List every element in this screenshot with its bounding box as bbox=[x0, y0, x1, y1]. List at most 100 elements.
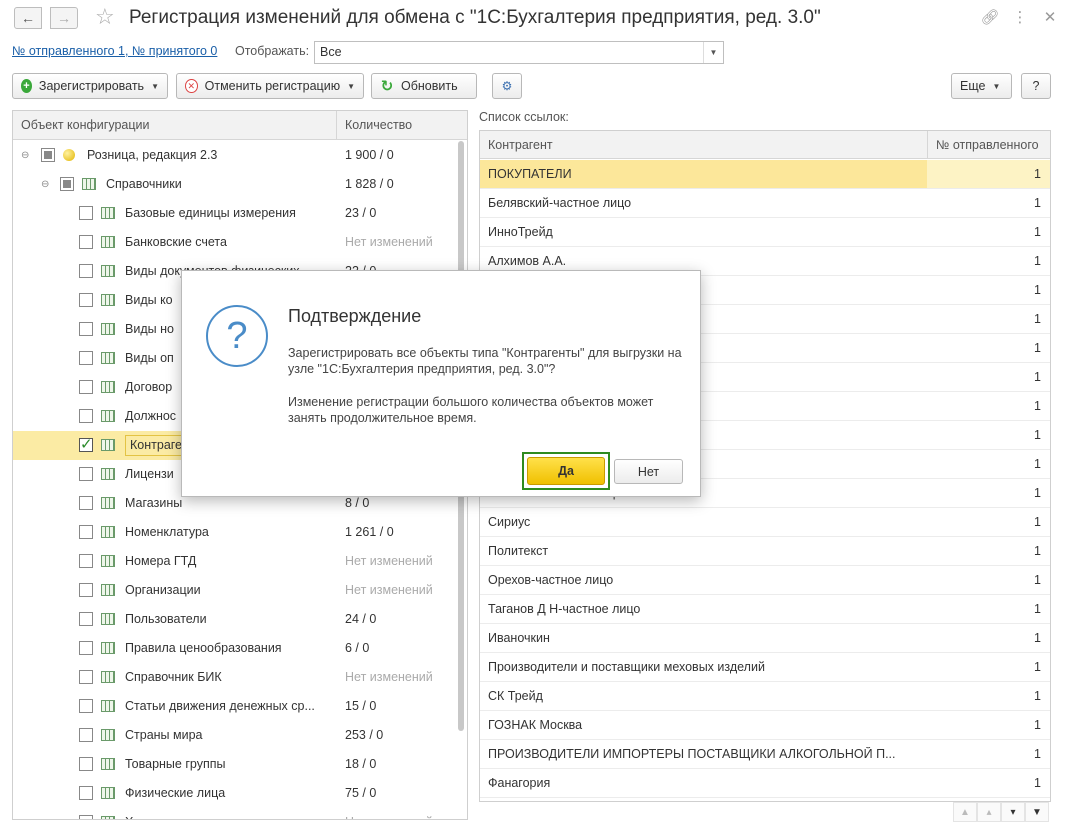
star-icon[interactable]: ☆ bbox=[95, 4, 115, 30]
tree-row-count: 1 828 / 0 bbox=[345, 177, 394, 191]
ref-row[interactable]: Таганов Д Н-частное лицо 1 bbox=[480, 595, 1050, 624]
tree-row[interactable]: Характеристики номенклатуры Нет изменений bbox=[13, 808, 456, 819]
tree-row[interactable]: Банковские счета Нет изменений bbox=[13, 228, 456, 257]
ref-row[interactable]: СК Трейд 1 bbox=[480, 682, 1050, 711]
row-checkbox[interactable] bbox=[79, 293, 93, 307]
close-icon[interactable]: ✕ bbox=[1035, 6, 1065, 28]
row-checkbox[interactable] bbox=[79, 235, 93, 249]
row-checkbox[interactable] bbox=[79, 583, 93, 597]
tree-row-label: Правила ценообразования bbox=[125, 641, 282, 655]
row-checkbox[interactable] bbox=[79, 409, 93, 423]
row-checkbox[interactable] bbox=[79, 786, 93, 800]
row-checkbox[interactable] bbox=[79, 351, 93, 365]
row-checkbox[interactable] bbox=[79, 612, 93, 626]
chevron-down-icon: ▼ bbox=[151, 81, 159, 91]
ref-row[interactable]: ПРОИЗВОДИТЕЛИ ИМПОРТЕРЫ ПОСТАВЩИКИ АЛКОГ… bbox=[480, 740, 1050, 769]
tree-row-label: Должнос bbox=[125, 409, 177, 423]
catalog-icon bbox=[101, 236, 115, 248]
row-checkbox[interactable] bbox=[41, 148, 55, 162]
catalog-icon bbox=[101, 468, 115, 480]
tree-row[interactable]: Номенклатура 1 261 / 0 bbox=[13, 518, 456, 547]
row-checkbox[interactable] bbox=[79, 525, 93, 539]
settings-button[interactable]: ⚙ bbox=[492, 73, 522, 99]
first-page-icon[interactable]: ▲︎ bbox=[953, 802, 977, 822]
tree-row-count: 1 261 / 0 bbox=[345, 525, 394, 539]
collapse-icon[interactable]: ⊖ bbox=[41, 179, 49, 190]
register-button[interactable]: + Зарегистрировать ▼ bbox=[12, 73, 168, 99]
tree-row[interactable]: Справочник БИК Нет изменений bbox=[13, 663, 456, 692]
tree-row[interactable]: Базовые единицы измерения 23 / 0 bbox=[13, 199, 456, 228]
last-page-icon[interactable]: ▼ bbox=[1025, 802, 1049, 822]
link-icon[interactable]: 🔗︎ bbox=[975, 6, 1005, 28]
tree-row[interactable]: ⊖ Справочники 1 828 / 0 bbox=[13, 170, 456, 199]
ref-row[interactable]: Политекст 1 bbox=[480, 537, 1050, 566]
row-checkbox[interactable] bbox=[79, 435, 93, 453]
tree-row[interactable]: Пользователи 24 / 0 bbox=[13, 605, 456, 634]
col-contractor-header[interactable]: Контрагент bbox=[488, 138, 553, 152]
forward-icon[interactable]: → bbox=[50, 7, 78, 29]
show-select[interactable]: Все ▼ bbox=[314, 41, 724, 64]
tree-row[interactable]: Физические лица 75 / 0 bbox=[13, 779, 456, 808]
col-object-header[interactable]: Объект конфигурации bbox=[21, 118, 149, 132]
page-up-icon[interactable]: ▴ bbox=[977, 802, 1001, 822]
no-button[interactable]: Нет bbox=[614, 459, 683, 484]
more-icon[interactable]: ⋮ bbox=[1005, 6, 1035, 28]
catalog-icon bbox=[101, 671, 115, 683]
refresh-button[interactable]: ↻ Обновить bbox=[371, 73, 477, 99]
tree-row-label: Виды оп bbox=[125, 351, 174, 365]
sent-received-link[interactable]: № отправленного 1, № принятого 0 bbox=[12, 44, 217, 58]
ref-row-contractor: Орехов-частное лицо bbox=[488, 573, 614, 587]
col-count-header[interactable]: Количество bbox=[345, 118, 412, 132]
collapse-icon[interactable]: ⊖ bbox=[21, 150, 29, 161]
catalog-icon bbox=[101, 294, 115, 306]
row-checkbox[interactable] bbox=[79, 728, 93, 742]
row-checkbox[interactable] bbox=[79, 264, 93, 278]
row-checkbox[interactable] bbox=[79, 757, 93, 771]
chevron-down-icon[interactable]: ▼ bbox=[703, 42, 723, 63]
back-icon[interactable]: ← bbox=[14, 7, 42, 29]
tree-row[interactable]: Страны мира 253 / 0 bbox=[13, 721, 456, 750]
ref-row[interactable]: ИнноТрейд 1 bbox=[480, 218, 1050, 247]
tree-row[interactable]: Правила ценообразования 6 / 0 bbox=[13, 634, 456, 663]
row-checkbox[interactable] bbox=[60, 177, 74, 191]
ref-row[interactable]: Сириус 1 bbox=[480, 508, 1050, 537]
ref-row-contractor: Иваночкин bbox=[488, 631, 550, 645]
row-checkbox[interactable] bbox=[79, 670, 93, 684]
row-checkbox[interactable] bbox=[79, 641, 93, 655]
row-checkbox[interactable] bbox=[79, 699, 93, 713]
tree-row-count: 15 / 0 bbox=[345, 699, 377, 713]
row-checkbox[interactable] bbox=[79, 496, 93, 510]
ref-row[interactable]: ПОКУПАТЕЛИ 1 bbox=[480, 160, 1050, 189]
ref-row[interactable]: Белявский-частное лицо 1 bbox=[480, 189, 1050, 218]
row-checkbox[interactable] bbox=[79, 322, 93, 336]
ref-row-sent-number: 1 bbox=[1034, 196, 1041, 210]
ref-row-sent-number: 1 bbox=[1034, 225, 1041, 239]
yes-button[interactable]: Да bbox=[527, 457, 605, 485]
tree-row[interactable]: Товарные группы 18 / 0 bbox=[13, 750, 456, 779]
more-label: Еще bbox=[960, 79, 986, 93]
window-title: Регистрация изменений для обмена с "1С:Б… bbox=[129, 7, 821, 28]
ref-row[interactable]: Иваночкин 1 bbox=[480, 624, 1050, 653]
ref-row[interactable]: ГОЗНАК Москва 1 bbox=[480, 711, 1050, 740]
ref-row[interactable]: Фанагория 1 bbox=[480, 769, 1050, 798]
help-button[interactable]: ? bbox=[1021, 73, 1051, 99]
row-checkbox[interactable] bbox=[79, 815, 93, 819]
tree-row[interactable]: Номера ГТД Нет изменений bbox=[13, 547, 456, 576]
col-sent-number-header[interactable]: № отправленного bbox=[936, 138, 1039, 152]
tree-row-count: 75 / 0 bbox=[345, 786, 377, 800]
ref-row[interactable]: Орехов-частное лицо 1 bbox=[480, 566, 1050, 595]
tree-row[interactable]: Статьи движения денежных ср... 15 / 0 bbox=[13, 692, 456, 721]
row-checkbox[interactable] bbox=[79, 206, 93, 220]
page-down-icon[interactable]: ▾ bbox=[1001, 802, 1025, 822]
refs-label: Список ссылок: bbox=[479, 110, 569, 124]
tree-row[interactable]: ⊖ Розница, редакция 2.3 1 900 / 0 bbox=[13, 141, 456, 170]
row-checkbox[interactable] bbox=[79, 467, 93, 481]
cancel-registration-button[interactable]: ✕ Отменить регистрацию ▼ bbox=[176, 73, 364, 99]
more-button[interactable]: Еще ▼ bbox=[951, 73, 1012, 99]
ref-row[interactable]: Производители и поставщики меховых издел… bbox=[480, 653, 1050, 682]
row-checkbox[interactable] bbox=[79, 554, 93, 568]
help-label: ? bbox=[1032, 79, 1040, 93]
row-checkbox[interactable] bbox=[79, 380, 93, 394]
ref-row-sent-number: 1 bbox=[1034, 660, 1041, 674]
tree-row[interactable]: Организации Нет изменений bbox=[13, 576, 456, 605]
